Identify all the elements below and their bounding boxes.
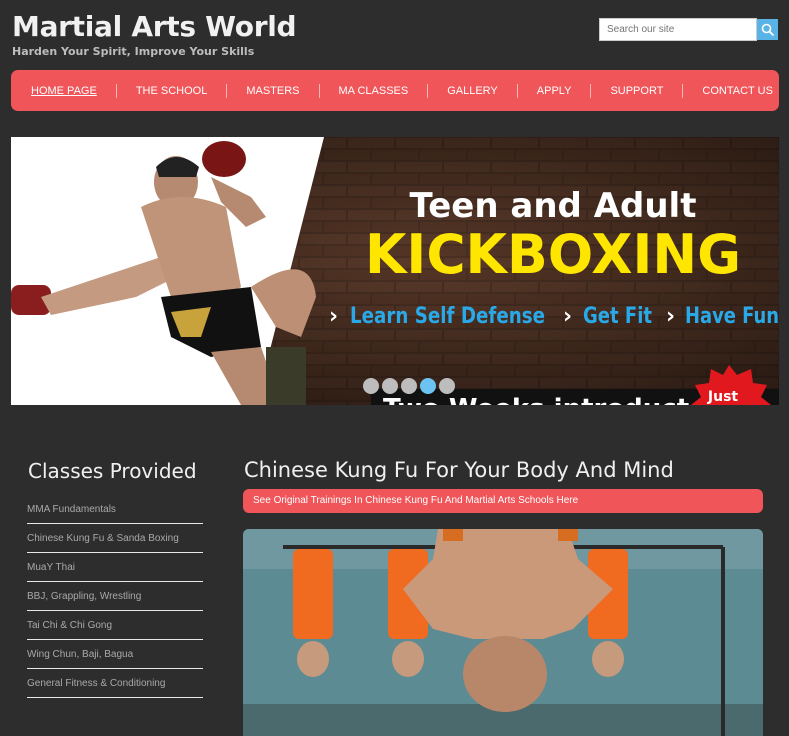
main-subtitle-bar[interactable]: See Original Trainings In Chinese Kung F… xyxy=(243,489,763,513)
class-item-fitness[interactable]: General Fitness & Conditioning xyxy=(27,670,203,698)
slider-dot[interactable] xyxy=(382,378,398,394)
nav-contact-us[interactable]: CONTACT US xyxy=(682,83,789,98)
banner-headline: KICKBOXING xyxy=(365,223,741,286)
badge-text: Just xyxy=(707,389,739,405)
banner-point-2: Get Fit xyxy=(583,304,652,329)
class-item-tai-chi[interactable]: Tai Chi & Chi Gong xyxy=(27,612,203,640)
class-item-muay-thai[interactable]: MuaY Thai xyxy=(27,554,203,582)
slider-dot[interactable] xyxy=(363,378,379,394)
banner-point-1: Learn Self Defense xyxy=(350,304,545,329)
class-item-wing-chun[interactable]: Wing Chun, Baji, Bagua xyxy=(27,641,203,669)
kung-fu-photo[interactable] xyxy=(243,529,763,736)
nav-support[interactable]: SUPPORT xyxy=(590,83,682,98)
banner-bottom-text: Two Weeks introductory xyxy=(383,394,737,405)
class-item-bbj[interactable]: BBJ, Grappling, Wrestling xyxy=(27,583,203,611)
slider-dot[interactable] xyxy=(439,378,455,394)
site-title[interactable]: Martial Arts World xyxy=(12,10,297,43)
nav-the-school[interactable]: THE SCHOOL xyxy=(115,83,227,98)
sidebar-title: Classes Provided xyxy=(28,459,197,483)
class-list: MMA Fundamentals Chinese Kung Fu & Sanda… xyxy=(27,496,203,699)
chevron-icon: › xyxy=(666,304,675,329)
training-image xyxy=(243,529,763,736)
banner-heading: Teen and Adult xyxy=(410,186,697,226)
nav-apply[interactable]: APPLY xyxy=(516,83,591,98)
chevron-icon: › xyxy=(329,304,338,329)
class-item-kung-fu[interactable]: Chinese Kung Fu & Sanda Boxing xyxy=(27,525,203,553)
main-nav: HOME PAGE THE SCHOOL MASTERS MA CLASSES … xyxy=(11,70,779,111)
banner-graphic: Teen and Adult KICKBOXING › Learn Self D… xyxy=(11,137,779,405)
banner-point-3: Have Fun xyxy=(685,304,779,329)
chevron-icon: › xyxy=(563,304,572,329)
main-title: Chinese Kung Fu For Your Body And Mind xyxy=(244,458,674,482)
nav-ma-classes[interactable]: MA CLASSES xyxy=(318,83,428,98)
nav-home-page[interactable]: HOME PAGE xyxy=(11,84,116,98)
slider-dot[interactable] xyxy=(401,378,417,394)
search-input[interactable] xyxy=(599,18,757,41)
search-button[interactable] xyxy=(757,19,778,40)
hero-banner[interactable]: Teen and Adult KICKBOXING › Learn Self D… xyxy=(11,137,779,405)
nav-masters[interactable]: MASTERS xyxy=(226,83,318,98)
site-tagline: Harden Your Spirit, Improve Your Skills xyxy=(12,45,255,58)
nav-gallery[interactable]: GALLERY xyxy=(427,83,517,98)
search-icon xyxy=(761,23,774,36)
class-item-mma[interactable]: MMA Fundamentals xyxy=(27,496,203,524)
slider-dots xyxy=(363,378,455,394)
slider-dot-active[interactable] xyxy=(420,378,436,394)
